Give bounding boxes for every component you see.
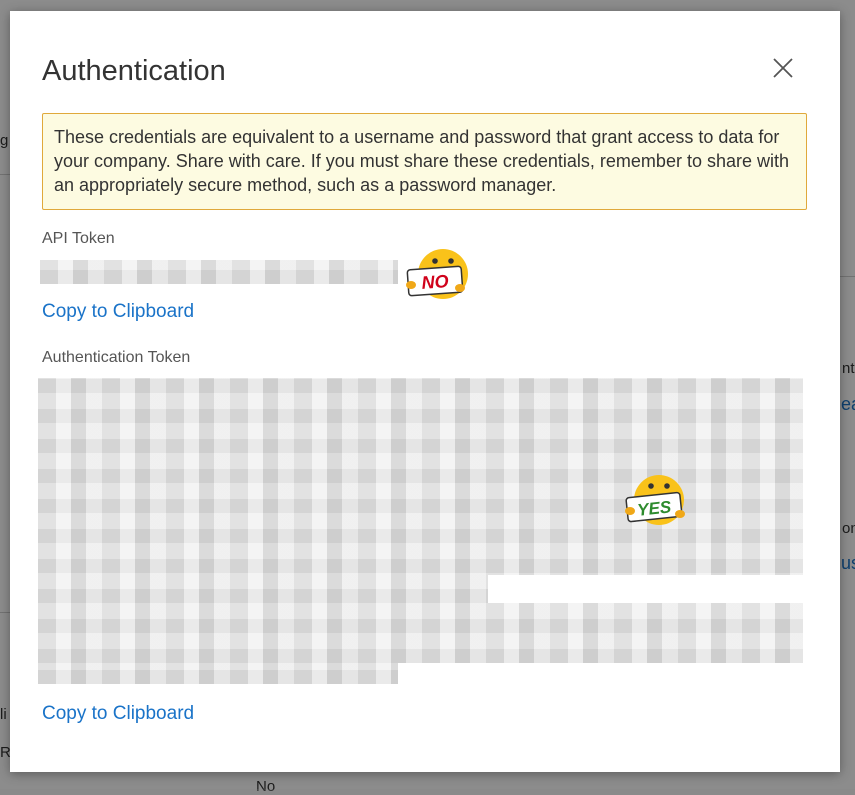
auth-token-label: Authentication Token (42, 349, 191, 366)
yes-sign-emoji-icon: YES (625, 475, 685, 525)
close-icon[interactable] (768, 53, 798, 83)
no-sign-text: NO (421, 271, 449, 293)
api-token-value-redacted (40, 260, 398, 284)
yes-sign-text: YES (636, 497, 672, 520)
security-warning: These credentials are equivalent to a us… (42, 113, 807, 210)
copy-api-token-button[interactable]: Copy to Clipboard (42, 301, 194, 323)
authentication-dialog: Authentication These credentials are equ… (10, 11, 840, 772)
copy-auth-token-button[interactable]: Copy to Clipboard (42, 703, 194, 725)
api-token-label: API Token (42, 230, 115, 247)
dialog-title: Authentication (42, 55, 226, 87)
no-sign-emoji-icon: NO (406, 249, 468, 299)
